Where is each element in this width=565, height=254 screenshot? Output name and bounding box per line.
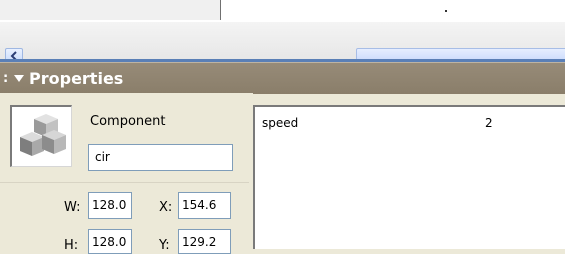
parameters-panel[interactable] bbox=[253, 105, 565, 249]
parameter-value[interactable]: 2 bbox=[485, 116, 493, 130]
parameter-name[interactable]: speed bbox=[262, 116, 298, 130]
component-type-label: Component bbox=[90, 114, 166, 129]
x-input[interactable]: 154.6 bbox=[178, 192, 231, 219]
height-input[interactable]: 128.0 bbox=[88, 229, 132, 254]
cubes-icon bbox=[20, 114, 66, 156]
horizontal-scrollbar[interactable] bbox=[0, 22, 565, 65]
document-area bbox=[0, 0, 565, 22]
y-label: Y: bbox=[159, 238, 170, 253]
x-label: X: bbox=[159, 200, 173, 215]
width-label: W: bbox=[64, 200, 81, 215]
grip-icon[interactable]: : bbox=[3, 71, 8, 86]
panel-title: Properties bbox=[29, 69, 124, 88]
collapse-arrow-icon[interactable] bbox=[14, 75, 24, 82]
instance-name-input[interactable]: cir bbox=[88, 144, 233, 171]
timeline-area bbox=[0, 0, 221, 20]
properties-panel-header[interactable]: : Properties bbox=[0, 62, 565, 94]
width-input[interactable]: 128.0 bbox=[88, 192, 132, 219]
stage-marker bbox=[445, 10, 447, 12]
y-input[interactable]: 129.2 bbox=[178, 229, 231, 254]
left-divider bbox=[0, 182, 249, 183]
component-icon bbox=[10, 105, 72, 167]
height-label: H: bbox=[64, 238, 79, 253]
